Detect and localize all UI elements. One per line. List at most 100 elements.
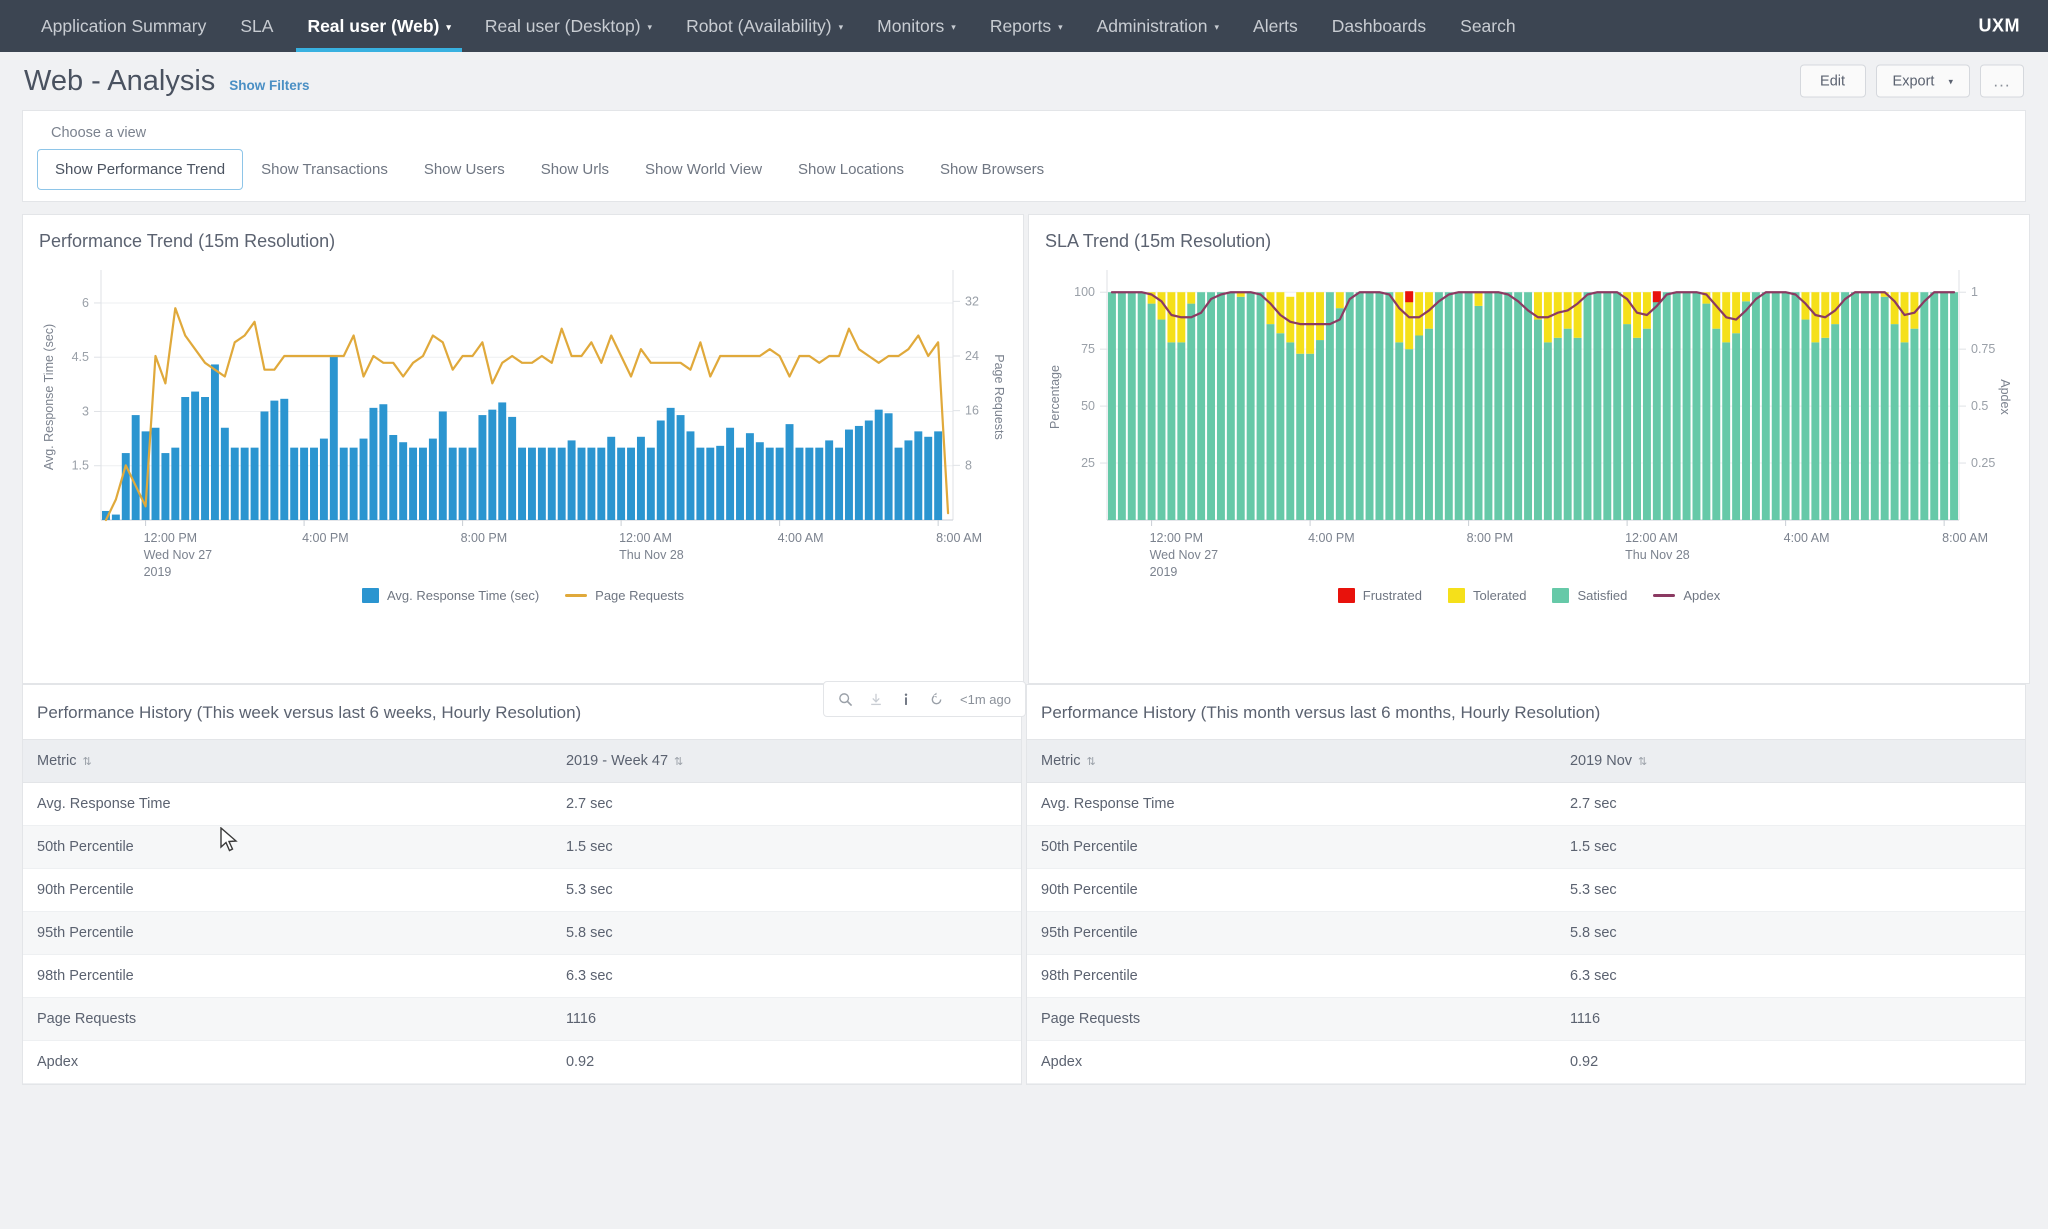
- performance-trend-legend-item[interactable]: Avg. Response Time (sec): [361, 588, 539, 603]
- sla-trend-plot[interactable]: 25 50 75 100 0.25 0.5 0.75 1 12:00 PM Wed Nov 27 2…: [1029, 252, 2029, 582]
- nav-item-administration[interactable]: Administration ▾: [1080, 0, 1236, 52]
- nav-item-alerts[interactable]: Alerts: [1236, 0, 1315, 52]
- sla-trend-legend-item[interactable]: Apdex: [1653, 588, 1720, 603]
- edit-button[interactable]: Edit: [1799, 64, 1866, 98]
- table-row[interactable]: 95th Percentile 5.8 sec: [1027, 911, 2025, 955]
- tab-show-world-view[interactable]: Show World View: [627, 149, 780, 190]
- svg-text:12:00 PM: 12:00 PM: [144, 531, 198, 545]
- table-row[interactable]: 98th Percentile 6.3 sec: [23, 954, 1021, 998]
- sla-trend-title: SLA Trend (15m Resolution): [1045, 231, 1272, 251]
- metric-name-cell: Avg. Response Time: [1027, 782, 1556, 826]
- chart-toolbar[interactable]: <1m ago: [823, 681, 1026, 717]
- table-row[interactable]: Avg. Response Time 2.7 sec: [1027, 782, 2025, 826]
- nav-item-monitors[interactable]: Monitors ▾: [860, 0, 973, 52]
- download-icon[interactable]: [869, 692, 883, 707]
- export-button[interactable]: Export ▾: [1875, 64, 1970, 98]
- svg-text:8:00 AM: 8:00 AM: [936, 531, 982, 545]
- performance-trend-chart-card: Performance Trend (15m Resolution) 1.5 3 4…: [22, 214, 1026, 852]
- metric-value-cell: 5.8 sec: [551, 911, 1021, 955]
- refresh-icon[interactable]: [929, 692, 944, 707]
- performance-trend-plot[interactable]: 1.5 3 4.5 6 8 16 24 32 12:00 PM Wed Nov 27 2019 4:0…: [23, 252, 1023, 852]
- table-row[interactable]: Apdex 0.92: [23, 1040, 1021, 1084]
- nav-items: Application Summary SLA Real user (Web) ▾ Re…: [24, 0, 1533, 52]
- metric-value-cell: 1.5 sec: [1555, 825, 2025, 869]
- sort-icon[interactable]: ⇅: [1638, 756, 1647, 768]
- legend-label: Satisfied: [1577, 588, 1628, 603]
- show-filters-link[interactable]: Show Filters: [229, 78, 309, 93]
- tab-show-browsers[interactable]: Show Browsers: [922, 149, 1062, 190]
- table-row[interactable]: 98th Percentile 6.3 sec: [1027, 954, 2025, 998]
- svg-text:1: 1: [1971, 285, 1978, 299]
- metric-value-cell: 1116: [551, 997, 1021, 1041]
- table-row[interactable]: 90th Percentile 5.3 sec: [23, 868, 1021, 912]
- legend-swatch: [1653, 594, 1676, 597]
- tab-show-users[interactable]: Show Users: [406, 149, 523, 190]
- svg-text:4:00 AM: 4:00 AM: [778, 531, 824, 545]
- view-tabs: Show Performance Trend Show Transactions S…: [37, 149, 2011, 190]
- tab-show-urls[interactable]: Show Urls: [523, 149, 627, 190]
- nav-item-sla[interactable]: SLA: [223, 0, 290, 52]
- nav-item-application-summary[interactable]: Application Summary: [24, 0, 223, 52]
- metric-value-cell: 2.7 sec: [1555, 782, 2025, 826]
- metric-name-cell: 50th Percentile: [1027, 825, 1556, 869]
- nav-item-real-user-desktop[interactable]: Real user (Desktop) ▾: [468, 0, 669, 52]
- tab-show-performance-trend[interactable]: Show Performance Trend: [37, 149, 244, 190]
- performance-trend-legend-item[interactable]: Page Requests: [565, 588, 684, 603]
- column-header-2019-nov[interactable]: 2019 Nov ⇅: [1555, 739, 2025, 783]
- sort-icon[interactable]: ⇅: [674, 756, 683, 768]
- chevron-down-icon: ▾: [1948, 76, 1953, 87]
- table-row[interactable]: 50th Percentile 1.5 sec: [23, 825, 1021, 869]
- column-header-label: 2019 Nov: [1569, 753, 1633, 769]
- nav-item-reports[interactable]: Reports ▾: [973, 0, 1080, 52]
- page-title: Web - Analysis: [24, 64, 216, 97]
- sla-trend-legend-item[interactable]: Satisfied: [1552, 588, 1627, 603]
- svg-text:Thu Nov 28: Thu Nov 28: [1625, 548, 1690, 562]
- performance-history-month-title: Performance History (This month versus l…: [1041, 703, 1601, 722]
- metric-value-cell: 1.5 sec: [551, 825, 1021, 869]
- legend-label: Page Requests: [595, 588, 685, 603]
- sla-trend-legend-item[interactable]: Frustrated: [1337, 588, 1422, 603]
- svg-text:12:00 AM: 12:00 AM: [1625, 531, 1678, 545]
- nav-item-real-user-web[interactable]: Real user (Web) ▾: [290, 0, 467, 52]
- svg-text:6: 6: [82, 296, 89, 310]
- performance-history-week-card: Performance History (This week versus la…: [22, 684, 1022, 1085]
- table-row[interactable]: Page Requests 1116: [23, 997, 1021, 1041]
- metric-name-cell: 90th Percentile: [1027, 868, 1556, 912]
- nav-item-robot-availability[interactable]: Robot (Availability) ▾: [669, 0, 860, 52]
- header-actions: Edit Export ▾ ...: [1799, 64, 2024, 98]
- mouse-cursor-icon: [220, 827, 238, 852]
- metric-name-cell: Page Requests: [23, 997, 552, 1041]
- metric-name-cell: 50th Percentile: [23, 825, 552, 869]
- info-icon[interactable]: [899, 692, 913, 707]
- table-row[interactable]: 50th Percentile 1.5 sec: [1027, 825, 2025, 869]
- search-icon[interactable]: [838, 692, 853, 707]
- tab-show-transactions[interactable]: Show Transactions: [243, 149, 406, 190]
- tab-show-locations[interactable]: Show Locations: [780, 149, 922, 190]
- sort-icon[interactable]: ⇅: [82, 756, 91, 768]
- svg-text:2019: 2019: [144, 565, 172, 579]
- svg-text:12:00 PM: 12:00 PM: [1150, 531, 1204, 545]
- metric-value-cell: 5.3 sec: [1555, 868, 2025, 912]
- metric-value-cell: 6.3 sec: [551, 954, 1021, 998]
- table-row[interactable]: Avg. Response Time 2.7 sec: [23, 782, 1021, 826]
- nav-item-search[interactable]: Search: [1443, 0, 1532, 52]
- table-row[interactable]: 95th Percentile 5.8 sec: [23, 911, 1021, 955]
- svg-text:100: 100: [1074, 285, 1095, 299]
- nav-item-label: Reports: [989, 15, 1052, 36]
- table-row[interactable]: Apdex 0.92: [1027, 1040, 2025, 1084]
- metric-name-cell: 98th Percentile: [1027, 954, 1556, 998]
- table-row[interactable]: Page Requests 1116: [1027, 997, 2025, 1041]
- sort-icon[interactable]: ⇅: [1086, 756, 1095, 768]
- sla-trend-legend-item[interactable]: Tolerated: [1448, 588, 1526, 603]
- svg-text:24: 24: [965, 349, 979, 363]
- column-header-metric[interactable]: Metric ⇅: [1027, 739, 1556, 783]
- table-row[interactable]: 90th Percentile 5.3 sec: [1027, 868, 2025, 912]
- nav-item-label: Robot (Availability): [686, 15, 832, 36]
- column-header-2019-week-47[interactable]: 2019 - Week 47 ⇅: [551, 739, 1021, 783]
- performance-trend-title: Performance Trend (15m Resolution): [39, 231, 336, 251]
- metric-name-cell: Page Requests: [1027, 997, 1556, 1041]
- column-header-metric[interactable]: Metric ⇅: [23, 739, 552, 783]
- more-options-button[interactable]: ...: [1980, 64, 2024, 98]
- nav-item-label: SLA: [240, 15, 274, 36]
- nav-item-dashboards[interactable]: Dashboards: [1315, 0, 1443, 52]
